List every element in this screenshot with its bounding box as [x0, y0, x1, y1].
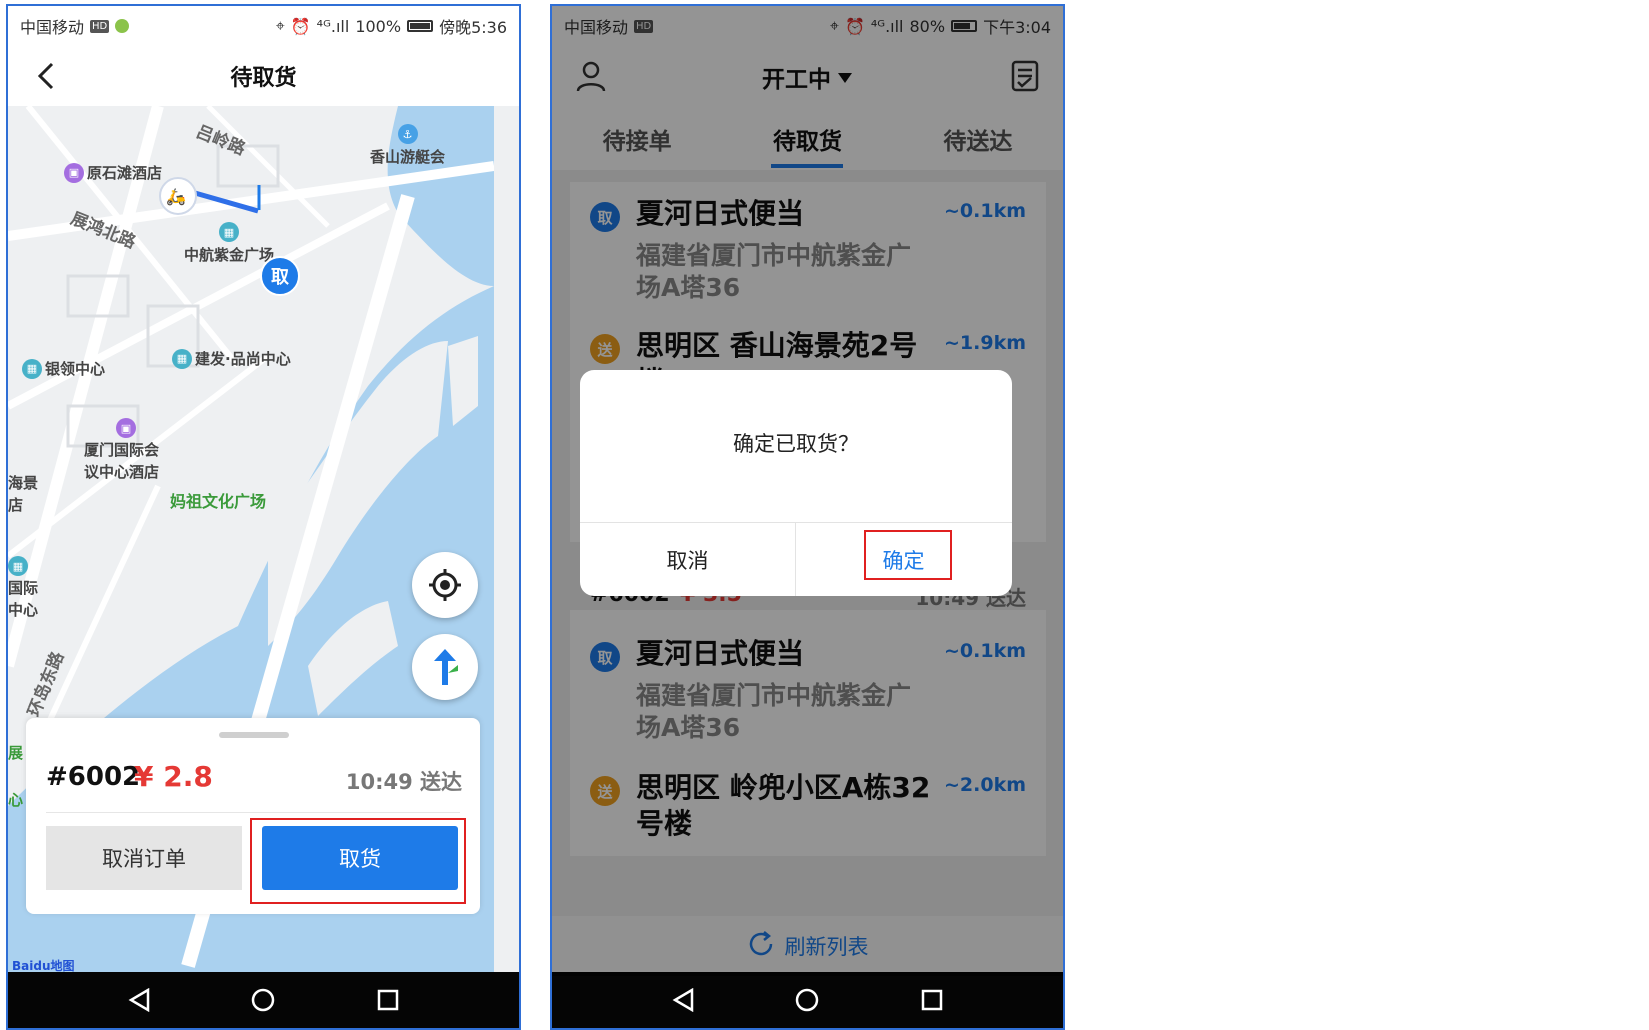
page-title: 待取货 — [230, 66, 297, 91]
cancel-order-button[interactable]: 取消订单 — [46, 826, 242, 890]
nav-back-icon[interactable] — [672, 988, 694, 1012]
hd-badge: HD — [90, 19, 110, 33]
map-poi[interactable]: ▣ 厦门国际会 议中心酒店 — [84, 418, 159, 482]
map-poi[interactable]: ▣ 原石滩酒店 — [64, 162, 162, 183]
map-poi[interactable]: ▦ 银领中心 — [22, 358, 105, 379]
map-poi[interactable]: 海景 店 — [8, 472, 38, 515]
nav-recents-icon[interactable] — [921, 989, 943, 1011]
clock: 傍晚5:36 — [439, 18, 507, 37]
status-bar: 中国移动 HD ⌖ ⏰ ⁴ᴳ.ıll 100% 傍晚5:36 — [8, 6, 519, 46]
nav-back-icon[interactable] — [128, 988, 150, 1012]
locate-button[interactable] — [412, 552, 478, 618]
android-nav-bar — [8, 972, 519, 1028]
crosshair-icon — [429, 569, 461, 601]
yacht-icon: ⚓ — [397, 124, 418, 144]
location-icon: ⌖ — [275, 16, 285, 35]
navigation-arrow-icon — [434, 649, 458, 685]
hotel-icon: ▣ — [64, 162, 84, 183]
nav-home-icon[interactable] — [794, 987, 820, 1013]
divider — [46, 812, 460, 813]
sheet-drag-handle[interactable] — [219, 732, 289, 738]
alarm-icon: ⏰ — [290, 16, 311, 36]
dialog-cancel-button[interactable]: 取消 — [580, 523, 795, 596]
pickup-marker[interactable]: 取 — [260, 256, 300, 296]
park-label: 妈祖文化广场 — [170, 492, 267, 511]
building-icon: ▦ — [22, 358, 42, 379]
nav-recents-icon[interactable] — [377, 989, 399, 1011]
dialog-message: 确定已取货？ — [733, 432, 859, 456]
battery-icon — [407, 20, 434, 32]
order-price: ¥ 2.8 — [134, 760, 213, 793]
title-bar: 待取货 — [8, 46, 519, 106]
order-list-screen: 中国移动 HD ⌖ ⏰ ⁴ᴳ.ıll 80% 下午3:04 开工中 待接单 待取… — [550, 4, 1065, 1030]
highlight-box — [250, 818, 466, 904]
android-nav-bar — [552, 972, 1063, 1028]
building-icon: ▦ — [219, 222, 239, 242]
highlight-box — [864, 530, 952, 580]
app-notification-icon — [115, 19, 130, 33]
svg-text:🛵: 🛵 — [166, 187, 186, 206]
map-poi[interactable]: ⚓ 香山游艇会 — [370, 124, 445, 167]
order-number: #6002 — [46, 762, 141, 792]
signal-icon: ⁴ᴳ.ıll — [316, 16, 350, 36]
order-eta: 10:49 送达 — [345, 770, 462, 794]
nav-home-icon[interactable] — [250, 987, 276, 1013]
pickup-map-screen: 中国移动 HD ⌖ ⏰ ⁴ᴳ.ıll 100% 傍晚5:36 待取货 🛵 吕岭路… — [6, 4, 521, 1030]
building-icon: ▦ — [8, 556, 28, 576]
hotel-icon: ▣ — [116, 418, 136, 438]
battery-percent: 100% — [355, 16, 402, 36]
navigate-button[interactable] — [412, 634, 478, 700]
back-arrow-icon[interactable] — [30, 60, 62, 92]
map-poi[interactable]: ▦ 国际 中心 — [8, 556, 38, 620]
map-poi[interactable]: ▦ 建发·品尚中心 — [172, 348, 291, 369]
building-icon: ▦ — [172, 348, 192, 369]
map-poi[interactable]: ▦ 中航紫金广场 — [184, 222, 274, 265]
map-poi: 展 心 — [8, 744, 24, 809]
carrier-label: 中国移动 — [20, 18, 85, 37]
